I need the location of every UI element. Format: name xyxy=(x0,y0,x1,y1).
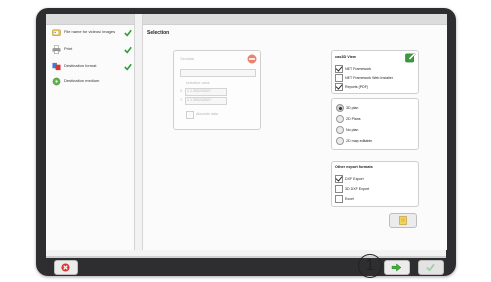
option-3d-plan[interactable]: 3D plan xyxy=(336,104,358,112)
app-window: File name for videos/ images Print Desti… xyxy=(46,14,447,275)
bottom-bar xyxy=(46,256,446,258)
option-reports-pdf[interactable]: Reports (PDF) xyxy=(335,83,368,91)
option-label: DXF Export xyxy=(345,177,364,181)
step-label: Print xyxy=(64,46,73,52)
check-icon xyxy=(124,29,132,37)
export-panel-header: Other export formats xyxy=(335,165,373,169)
step-file-name[interactable]: File name for videos/ images xyxy=(52,28,132,37)
sidebar-header xyxy=(46,14,134,25)
selection-value-label: selection value xyxy=(186,81,210,85)
absolute-data-checkbox[interactable] xyxy=(186,111,194,119)
plan-panel: 3D plan 2D Plans No plan 2D map editable xyxy=(331,98,419,150)
finish-button[interactable] xyxy=(418,260,444,275)
option-label: No plan xyxy=(346,128,359,132)
option-net-framework[interactable]: NET Framework xyxy=(335,65,371,73)
geodata-panel: Geodata selection value X 1 1.300243527 … xyxy=(173,50,261,130)
step-label: Destination format xyxy=(64,63,97,69)
step-print[interactable]: Print xyxy=(52,45,132,54)
checkbox[interactable] xyxy=(335,185,343,193)
x-label: X xyxy=(180,89,183,93)
page-title: Selection xyxy=(147,30,170,36)
main-header xyxy=(143,14,447,25)
cancel-button[interactable] xyxy=(54,260,78,275)
y-label: Y xyxy=(180,98,183,102)
option-net-web-installer[interactable]: NET Framework Web Installer xyxy=(335,74,393,82)
folder-image-icon xyxy=(52,29,61,36)
radio[interactable] xyxy=(336,126,344,134)
checkbox[interactable] xyxy=(335,65,343,73)
option-3d-dxf-export[interactable]: 3D DXF Export xyxy=(335,185,369,193)
checkbox[interactable] xyxy=(335,74,343,82)
option-label: 2D map editable xyxy=(346,139,373,143)
absolute-data-label: Absolute data xyxy=(196,112,218,116)
main-panel: Selection Geodata selection value X 1 1.… xyxy=(142,14,447,250)
cancel-icon xyxy=(61,263,70,272)
step-label: File name for videos/ images xyxy=(64,29,116,35)
checkbox[interactable] xyxy=(335,175,343,183)
option-2d-plans[interactable]: 2D Plans xyxy=(336,115,361,123)
option-label: 3D plan xyxy=(346,106,359,110)
option-label: NET Framework xyxy=(345,67,372,71)
radio[interactable] xyxy=(336,115,344,123)
document-button[interactable] xyxy=(389,213,417,228)
step-destination-format[interactable]: Destination format xyxy=(52,62,132,71)
option-no-plan[interactable]: No plan xyxy=(336,126,358,134)
view-panel: cas3D View NET Framework NET Framework W… xyxy=(331,50,419,94)
edit-icon[interactable] xyxy=(405,52,416,63)
arrow-right-icon xyxy=(391,263,402,272)
remove-icon[interactable] xyxy=(247,54,257,64)
option-dxf-export[interactable]: DXF Export xyxy=(335,175,364,183)
export-panel: Other export formats DXF Export 3D DXF E… xyxy=(331,161,419,207)
next-button[interactable] xyxy=(384,260,410,275)
checkbox[interactable] xyxy=(335,195,343,203)
document-icon xyxy=(399,216,407,225)
option-label: Reports (PDF) xyxy=(345,85,369,89)
medium-icon xyxy=(52,77,61,86)
option-label: NET Framework Web Installer xyxy=(345,76,393,80)
callout-number: 1 xyxy=(358,254,382,278)
x-field[interactable]: 1 1.300243527 xyxy=(185,88,227,96)
geodata-select[interactable] xyxy=(180,69,256,77)
y-field[interactable]: 1 1.300243527 xyxy=(185,97,227,105)
option-label: 3D DXF Export xyxy=(345,187,370,191)
option-label: 2D Plans xyxy=(346,117,361,121)
checkbox[interactable] xyxy=(335,83,343,91)
geodata-header: Geodata xyxy=(180,57,194,61)
check-icon xyxy=(124,63,132,71)
printer-icon xyxy=(52,45,61,54)
y-value: 1 1.300243527 xyxy=(187,98,211,102)
check-icon xyxy=(426,263,435,272)
step-label: Destination medium xyxy=(64,78,100,84)
view-panel-header: cas3D View xyxy=(335,55,356,59)
wizard-sidebar: File name for videos/ images Print Desti… xyxy=(46,14,135,250)
x-value: 1 1.300243527 xyxy=(187,89,211,93)
step-destination-medium[interactable]: Destination medium xyxy=(52,77,132,86)
option-2d-map-editable[interactable]: 2D map editable xyxy=(336,137,372,145)
check-icon xyxy=(124,46,132,54)
radio[interactable] xyxy=(336,104,344,112)
option-label: Excel xyxy=(345,197,354,201)
option-excel[interactable]: Excel xyxy=(335,195,354,203)
radio[interactable] xyxy=(336,137,344,145)
format-icon xyxy=(52,62,61,71)
